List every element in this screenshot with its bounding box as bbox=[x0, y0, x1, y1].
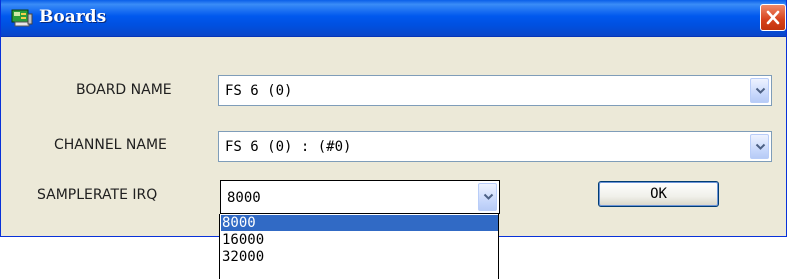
window-title: Boards bbox=[39, 7, 107, 27]
board-name-dropdown-button[interactable] bbox=[750, 78, 769, 103]
samplerate-option[interactable]: 8000 bbox=[221, 215, 498, 231]
chevron-down-icon bbox=[755, 143, 766, 150]
samplerate-irq-dropdown-button[interactable] bbox=[478, 183, 497, 211]
channel-name-value: FS 6 (0) : (#0) bbox=[225, 139, 352, 155]
ok-button[interactable]: OK bbox=[598, 181, 719, 207]
channel-name-combo[interactable]: FS 6 (0) : (#0) bbox=[218, 131, 772, 162]
title-bar[interactable]: Boards bbox=[1, 0, 786, 37]
chevron-down-icon bbox=[755, 87, 766, 94]
samplerate-irq-label: SAMPLERATE IRQ bbox=[37, 187, 158, 203]
board-name-label: BOARD NAME bbox=[76, 82, 172, 98]
board-name-combo[interactable]: FS 6 (0) bbox=[218, 75, 772, 106]
samplerate-option[interactable]: 32000 bbox=[221, 249, 498, 265]
close-button[interactable] bbox=[760, 4, 786, 31]
samplerate-dropdown-list: 8000 16000 32000 bbox=[219, 214, 499, 279]
channel-name-label: CHANNEL NAME bbox=[54, 137, 167, 153]
boards-window-icon bbox=[11, 8, 33, 28]
chevron-down-icon bbox=[483, 193, 494, 200]
samplerate-option[interactable]: 16000 bbox=[221, 232, 498, 248]
close-icon bbox=[766, 10, 780, 25]
boards-dialog: Boards BOARD NAME FS 6 (0) CHANNEL NAME … bbox=[0, 0, 787, 237]
samplerate-irq-combo[interactable]: 8000 bbox=[220, 180, 500, 214]
channel-name-dropdown-button[interactable] bbox=[750, 134, 769, 159]
samplerate-irq-value: 8000 bbox=[227, 190, 261, 206]
board-name-value: FS 6 (0) bbox=[225, 83, 293, 99]
